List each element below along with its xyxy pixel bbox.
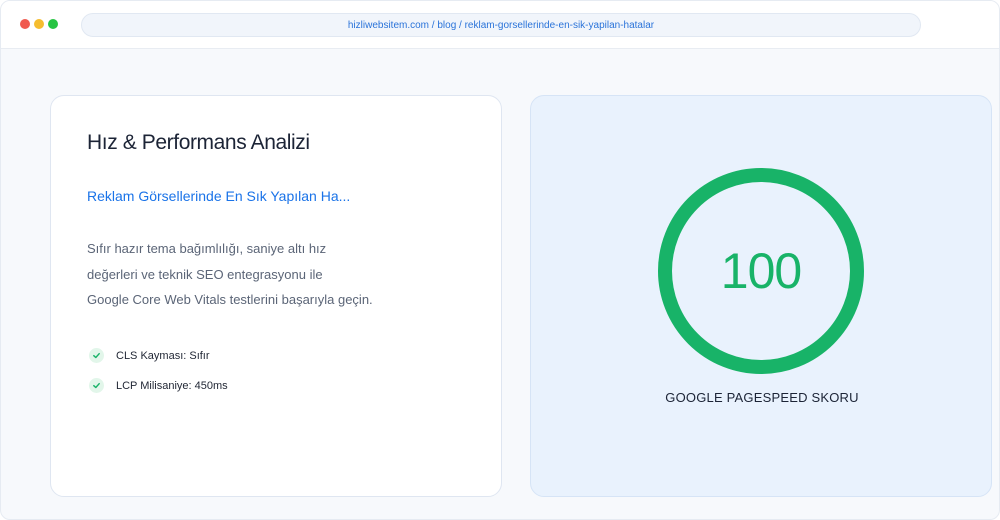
article-link[interactable]: Reklam Görsellerinde En Sık Yapılan Ha..… (87, 188, 350, 204)
metric-label: LCP Milisaniye: 450ms (116, 379, 228, 392)
score-label: GOOGLE PAGESPEED SKORU (665, 390, 859, 405)
browser-window: hizliwebsitem.com / blog / reklam-gorsel… (0, 0, 1000, 520)
close-window-button[interactable] (20, 19, 30, 29)
pagespeed-score-card: 100 GOOGLE PAGESPEED SKORU (530, 95, 992, 497)
description-line: Sıfır hazır tema bağımlılığı, saniye alt… (87, 241, 327, 256)
minimize-window-button[interactable] (34, 19, 44, 29)
maximize-window-button[interactable] (48, 19, 58, 29)
browser-titlebar: hizliwebsitem.com / blog / reklam-gorsel… (1, 1, 999, 49)
score-value: 100 (720, 243, 802, 299)
description-line: değerleri ve teknik SEO entegrasyonu ile (87, 266, 323, 282)
metric-item-cls: CLS Kayması: Sıfır (89, 348, 210, 363)
address-bar[interactable]: hizliwebsitem.com / blog / reklam-gorsel… (81, 13, 921, 37)
metric-item-lcp: LCP Milisaniye: 450ms (89, 378, 228, 393)
check-icon (89, 348, 104, 363)
description-line: Google Core Web Vitals testlerini başarı… (87, 292, 373, 307)
card-description: Sıfır hazır tema bağımlılığı, saniye alt… (87, 236, 397, 313)
card-title: Hız & Performans Analizi (87, 131, 310, 154)
performance-analysis-card: Hız & Performans Analizi Reklam Görselle… (50, 95, 502, 497)
metric-label: CLS Kayması: Sıfır (116, 349, 210, 362)
address-bar-url: hizliwebsitem.com / blog / reklam-gorsel… (347, 19, 655, 31)
check-icon (89, 378, 104, 393)
